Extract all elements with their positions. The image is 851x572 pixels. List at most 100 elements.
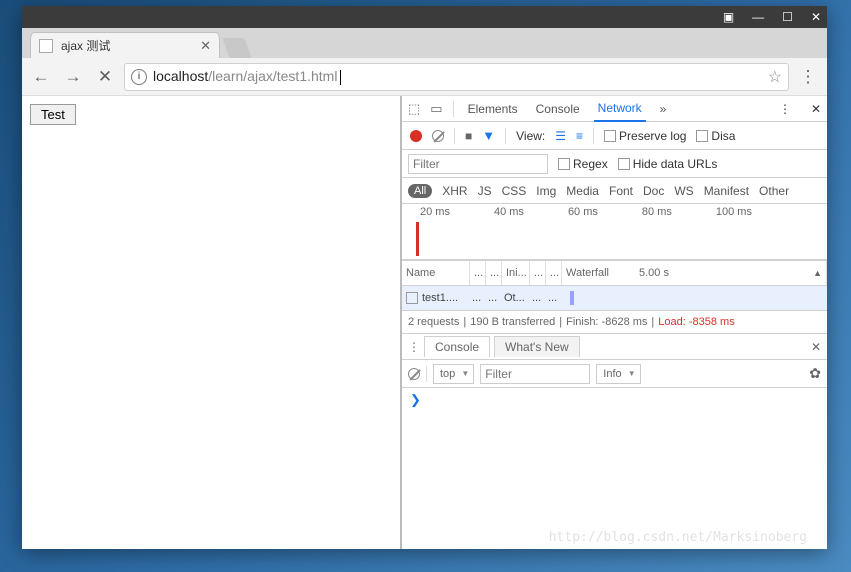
- status-load: Load: -8358 ms: [658, 316, 734, 328]
- request-table-header: Name ... ... Ini... ... ... Waterfall 5.…: [402, 260, 827, 286]
- view-small-icon[interactable]: ≡: [576, 129, 583, 143]
- drawer-menu-button[interactable]: ⋮: [408, 340, 420, 354]
- console-output[interactable]: ❯: [402, 388, 827, 549]
- col-generic[interactable]: ...: [546, 261, 562, 285]
- status-requests: 2 requests: [408, 316, 459, 328]
- col-generic[interactable]: ...: [486, 261, 502, 285]
- filter-type-manifest[interactable]: Manifest: [704, 184, 749, 198]
- back-button[interactable]: ←: [28, 64, 54, 90]
- view-large-icon[interactable]: ☰: [555, 129, 566, 143]
- bookmark-star-icon[interactable]: ☆: [768, 67, 782, 87]
- content-area: Test ⬚ ▭ Elements Console Network » ⋮ ✕ …: [22, 96, 827, 549]
- file-icon: [406, 292, 418, 304]
- timeline-marker: [416, 222, 419, 256]
- col-initiator[interactable]: Ini...: [502, 261, 530, 285]
- devtools-panel: ⬚ ▭ Elements Console Network » ⋮ ✕ ■ ▼ V…: [400, 96, 827, 549]
- filter-type-media[interactable]: Media: [566, 184, 599, 198]
- request-name: test1....: [422, 292, 472, 304]
- console-toolbar: top Info ✿: [402, 360, 827, 388]
- status-transferred: 190 B transferred: [470, 316, 555, 328]
- filter-type-img[interactable]: Img: [536, 184, 556, 198]
- favicon-icon: [39, 39, 53, 53]
- filter-bar: Regex Hide data URLs: [402, 150, 827, 178]
- screenshot-icon[interactable]: ■: [465, 129, 472, 143]
- stop-reload-button[interactable]: ✕: [92, 64, 118, 90]
- col-name[interactable]: Name: [402, 261, 470, 285]
- tab-elements[interactable]: Elements: [464, 96, 522, 122]
- watermark-text: http://blog.csdn.net/Marksinoberg: [549, 530, 807, 545]
- filter-input[interactable]: [408, 154, 548, 174]
- preserve-log-checkbox[interactable]: Preserve log: [604, 129, 686, 143]
- timeline-overview[interactable]: 20 ms 40 ms 60 ms 80 ms 100 ms: [402, 204, 827, 260]
- os-titlebar: ▣ — ☐ ✕: [22, 6, 827, 28]
- col-waterfall[interactable]: Waterfall 5.00 s ▲: [562, 261, 827, 285]
- filter-toggle-icon[interactable]: ▼: [482, 128, 495, 143]
- maximize-button[interactable]: ☐: [782, 10, 793, 24]
- address-bar[interactable]: i localhost/learn/ajax/test1.html ☆: [124, 63, 789, 91]
- filter-type-js[interactable]: JS: [478, 184, 492, 198]
- regex-checkbox[interactable]: Regex: [558, 157, 608, 171]
- close-window-button[interactable]: ✕: [811, 10, 821, 24]
- forward-button[interactable]: →: [60, 64, 86, 90]
- url-path: /learn/ajax/test1.html: [208, 68, 337, 84]
- site-info-icon[interactable]: i: [131, 69, 147, 85]
- filter-type-all[interactable]: All: [408, 184, 432, 198]
- network-status-bar: 2 requests | 190 B transferred | Finish:…: [402, 310, 827, 334]
- disable-cache-checkbox[interactable]: Disa: [696, 129, 735, 143]
- request-row[interactable]: test1.... ...... Ot... ......: [402, 286, 827, 310]
- timeline-tick: 100 ms: [716, 206, 752, 218]
- drawer-tab-whatsnew[interactable]: What's New: [494, 336, 580, 357]
- type-filter-bar: All XHR JS CSS Img Media Font Doc WS Man…: [402, 178, 827, 204]
- timeline-tick: 40 ms: [494, 206, 524, 218]
- devtools-close-button[interactable]: ✕: [811, 102, 821, 116]
- tab-console[interactable]: Console: [532, 96, 584, 122]
- view-label: View:: [516, 129, 545, 143]
- clear-button[interactable]: [432, 130, 444, 142]
- console-prompt-icon: ❯: [410, 392, 421, 407]
- tab-title: ajax 测试: [61, 37, 110, 54]
- network-toolbar: ■ ▼ View: ☰ ≡ Preserve log Disa: [402, 122, 827, 150]
- status-finish: Finish: -8628 ms: [566, 316, 647, 328]
- context-select[interactable]: top: [433, 364, 474, 384]
- devtools-tabbar: ⬚ ▭ Elements Console Network » ⋮ ✕: [402, 96, 827, 122]
- tab-overflow[interactable]: »: [656, 96, 671, 122]
- drawer-tab-console[interactable]: Console: [424, 336, 490, 357]
- tab-strip: ajax 测试 ✕: [22, 28, 827, 58]
- devtools-menu-button[interactable]: ⋮: [779, 102, 791, 116]
- filter-type-ws[interactable]: WS: [674, 184, 693, 198]
- user-icon[interactable]: ▣: [723, 10, 734, 24]
- tab-network[interactable]: Network: [594, 96, 646, 122]
- browser-tab[interactable]: ajax 测试 ✕: [30, 32, 220, 58]
- filter-type-css[interactable]: CSS: [502, 184, 527, 198]
- request-initiator: Ot...: [504, 292, 532, 304]
- console-filter-input[interactable]: [480, 364, 590, 384]
- text-cursor: [340, 70, 341, 85]
- toolbar: ← → ✕ i localhost/learn/ajax/test1.html …: [22, 58, 827, 96]
- console-clear-button[interactable]: [408, 368, 420, 380]
- browser-window: ▣ — ☐ ✕ ajax 测试 ✕ ← → ✕ i localhost/lear…: [22, 6, 827, 549]
- test-button[interactable]: Test: [30, 104, 76, 125]
- record-button[interactable]: [410, 130, 422, 142]
- close-tab-button[interactable]: ✕: [200, 38, 211, 54]
- console-settings-icon[interactable]: ✿: [809, 365, 821, 382]
- page-viewport: Test: [22, 96, 400, 549]
- filter-type-font[interactable]: Font: [609, 184, 633, 198]
- filter-type-doc[interactable]: Doc: [643, 184, 664, 198]
- url-host: localhost: [153, 68, 208, 84]
- drawer-close-button[interactable]: ✕: [811, 340, 821, 354]
- browser-menu-button[interactable]: ⋮: [795, 64, 821, 90]
- new-tab-button[interactable]: [222, 38, 251, 58]
- log-level-select[interactable]: Info: [596, 364, 640, 384]
- filter-type-xhr[interactable]: XHR: [442, 184, 467, 198]
- timeline-tick: 80 ms: [642, 206, 672, 218]
- device-toggle-icon[interactable]: ▭: [430, 101, 442, 117]
- drawer-tabbar: ⋮ Console What's New ✕: [402, 334, 827, 360]
- col-generic[interactable]: ...: [470, 261, 486, 285]
- filter-type-other[interactable]: Other: [759, 184, 789, 198]
- col-generic[interactable]: ...: [530, 261, 546, 285]
- hide-data-urls-checkbox[interactable]: Hide data URLs: [618, 157, 718, 171]
- timeline-tick: 20 ms: [420, 206, 450, 218]
- inspect-element-icon[interactable]: ⬚: [408, 101, 420, 117]
- waterfall-bar: [570, 291, 574, 305]
- minimize-button[interactable]: —: [752, 10, 764, 24]
